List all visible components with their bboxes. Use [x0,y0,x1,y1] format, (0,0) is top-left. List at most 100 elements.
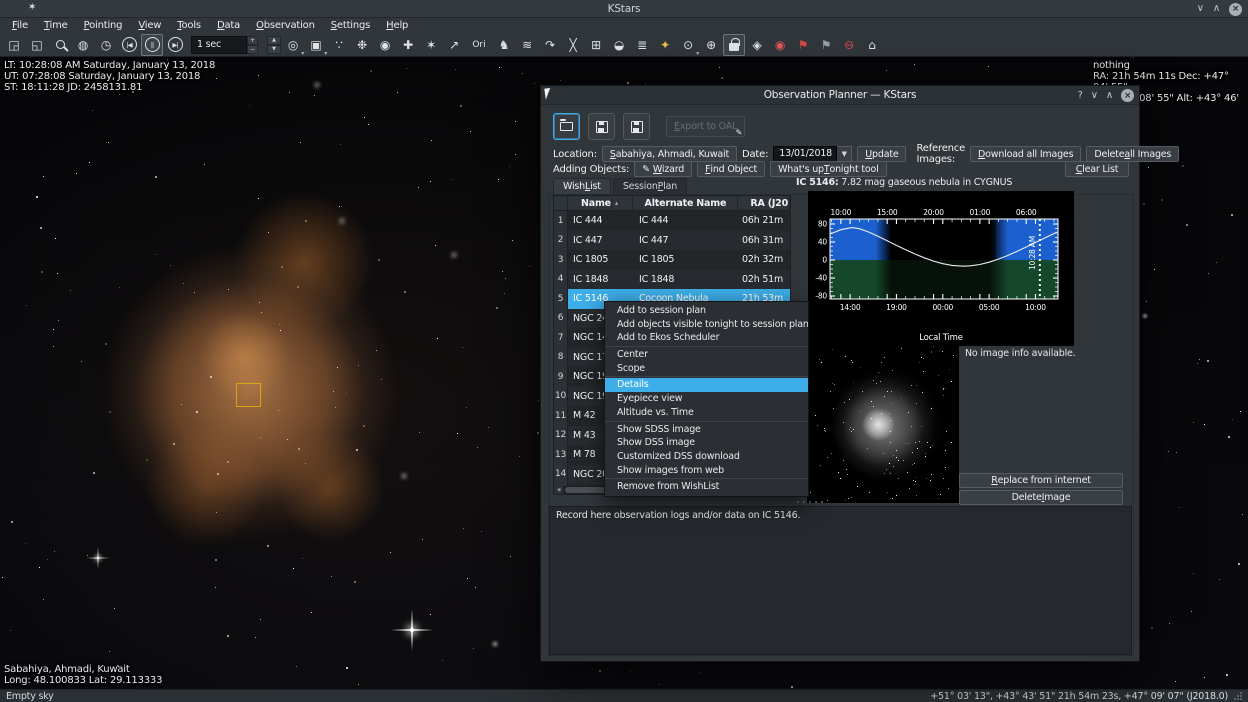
toggle-supernovae-icon[interactable]: ✚ [397,34,419,56]
find-object-icon[interactable] [49,34,71,56]
pause-icon[interactable]: || [141,34,163,56]
table-row[interactable]: 3IC 1805IC 180502h 32m [554,250,790,270]
close-icon[interactable]: × [1121,89,1134,102]
toggle-milky-way-icon[interactable]: ↷ [539,34,561,56]
set-time-icon[interactable]: ◷ [95,34,117,56]
menu-item-center[interactable]: Center [605,348,808,362]
step-up-icon[interactable]: ▲ [267,36,281,45]
timestep-plus-icon[interactable]: + [247,36,258,45]
tab-session-plan[interactable]: Session Plan [613,178,687,195]
step-back-icon[interactable]: |◀ [118,34,140,56]
dome-icon[interactable]: ⌂ [861,34,883,56]
menu-item-show-sdss-image[interactable]: Show SDSS image [605,423,808,437]
menu-item-add-to-session-plan[interactable]: Add to session plan [605,304,808,318]
geolocate-icon[interactable]: ◍ [72,34,94,56]
toggle-solar-system-icon[interactable]: ◉ [374,34,396,56]
table-row[interactable]: 2IC 447IC 44706h 31m [554,231,790,251]
location-button[interactable]: Sabahiya, Ahmadi, Kuwait [602,146,737,162]
save-list-button[interactable] [588,113,615,140]
menu-file[interactable]: File [4,18,36,33]
menu-tools[interactable]: Tools [169,18,209,33]
menu-time[interactable]: Time [36,18,76,33]
splitter-handle[interactable] [796,501,826,504]
menu-separator [605,346,808,347]
svg-text:10:28 AM: 10:28 AM [1028,236,1037,270]
table-header[interactable]: Name▴ Alternate Name RA (J20 [554,196,790,211]
menu-item-show-dss-image[interactable]: Show DSS image [605,436,808,450]
toggle-constellation-names-icon[interactable]: Ori [466,34,492,56]
toggle-horizontal-grid-icon[interactable]: ⊞ [585,34,607,56]
menu-item-eyepiece-view[interactable]: Eyepiece view [605,392,808,406]
red-flag-icon[interactable]: ⚑ [792,34,814,56]
menu-item-details[interactable]: Details [605,378,808,392]
menu-item-scope[interactable]: Scope [605,362,808,376]
menu-item-add-objects-visible-tonight-to-session-plan[interactable]: Add objects visible tonight to session p… [605,318,808,332]
toggle-constellation-lines-icon[interactable]: ↗ [443,34,465,56]
update-button[interactable]: Update [857,146,906,162]
menu-item-customized-dss-download[interactable]: Customized DSS download [605,450,808,464]
menu-settings[interactable]: Settings [323,18,378,33]
table-row[interactable]: 1IC 444IC 44406h 21m [554,211,790,231]
gray-flag-icon[interactable]: ⚑ [815,34,837,56]
toggle-constellation-bounds-icon[interactable]: ≋ [516,34,538,56]
find-object-button[interactable]: Find Object [697,161,765,177]
date-picker[interactable]: 13/01/2018 ▼ [773,146,852,162]
toggle-deep-sky-icon[interactable]: ❉ [351,34,373,56]
help-icon[interactable]: ? [1078,91,1083,101]
ekos-record-icon[interactable]: ◉ [769,34,791,56]
unshade-icon[interactable]: ∧ [1106,91,1113,101]
menu-item-remove-from-wishlist[interactable]: Remove from WishList [605,480,808,494]
disable-updates-icon[interactable]: ⊖ [838,34,860,56]
download-all-images-button[interactable]: Download all Images [970,146,1081,162]
tab-wish-list[interactable]: Wish List [553,178,611,195]
toggle-stars-icon[interactable]: ∵ [328,34,350,56]
location-overlay: Sabahiya, Ahmadi, Kuwait Long: 48.100833… [4,664,162,686]
timestep-minus-icon[interactable]: − [247,45,258,54]
wizard-pencil-icon: ✎ [642,164,650,175]
toggle-opaque-ground-icon[interactable]: ◒ [608,34,630,56]
menu-item-show-images-from-web[interactable]: Show images from web [605,464,808,478]
flags-list-icon[interactable]: ≣ [631,34,653,56]
menu-view[interactable]: View [130,18,169,33]
observation-list-icon[interactable]: ✦ [654,34,676,56]
shade-icon[interactable]: ∨ [1197,4,1204,14]
clear-list-button[interactable]: Clear List [1065,161,1129,177]
zoom-to-fit-icon[interactable]: ◱ [26,34,48,56]
menu-help[interactable]: Help [378,18,416,33]
snap-icon[interactable]: ◈ [746,34,768,56]
close-icon[interactable]: × [1229,3,1242,16]
toggle-satellites-icon[interactable]: ✶ [420,34,442,56]
step-forward-icon[interactable]: ▶| [164,34,186,56]
telescope-crosshair-icon[interactable]: ⊕ [700,34,722,56]
object-image-preview [807,346,959,503]
unshade-icon[interactable]: ∧ [1213,4,1220,14]
delete-image-button[interactable]: Delete Image [959,490,1123,505]
delete-all-images-button[interactable]: Delete all Images [1086,146,1179,162]
menu-pointing[interactable]: Pointing [76,18,131,33]
menu-data[interactable]: Data [209,18,248,33]
svg-text:10:00: 10:00 [1025,303,1046,312]
timestep-spinbox[interactable]: 1 sec+− [191,36,258,54]
save-list-as-button[interactable]: ✎ [623,113,650,140]
menu-item-add-to-ekos-scheduler[interactable]: Add to Ekos Scheduler [605,331,808,345]
resize-grip-icon[interactable] [1234,692,1242,700]
replace-from-internet-button[interactable]: Replace from internet [959,473,1123,488]
view-image-icon[interactable]: ▣▾ [305,34,327,56]
open-list-button[interactable] [553,113,580,140]
pointing-icon[interactable]: ◎▾ [282,34,304,56]
step-down-icon[interactable]: ▼ [267,45,281,54]
toggle-constellation-art-icon[interactable]: ♞ [493,34,515,56]
wizard-button[interactable]: ✎ Wizard [634,161,692,177]
scroll-left-icon[interactable]: ◀ [554,486,563,494]
lock-position-icon[interactable] [723,34,745,56]
menu-observation[interactable]: Observation [248,18,323,33]
shade-icon[interactable]: ∨ [1091,91,1098,101]
fov-icon[interactable]: ⊙▾ [677,34,699,56]
timestep-stepper[interactable]: ▲▼ [267,36,281,54]
toggle-equatorial-grid-icon[interactable]: ╳ [562,34,584,56]
menu-item-altitude-vs-time[interactable]: Altitude vs. Time [605,406,808,420]
select-region-icon[interactable]: ◲ [3,34,25,56]
whats-up-tonight-button[interactable]: What's up Tonight tool [770,161,886,177]
table-row[interactable]: 4IC 1848IC 184802h 51m [554,270,790,290]
observation-notes-input[interactable]: Record here observation logs and/or data… [549,506,1132,655]
